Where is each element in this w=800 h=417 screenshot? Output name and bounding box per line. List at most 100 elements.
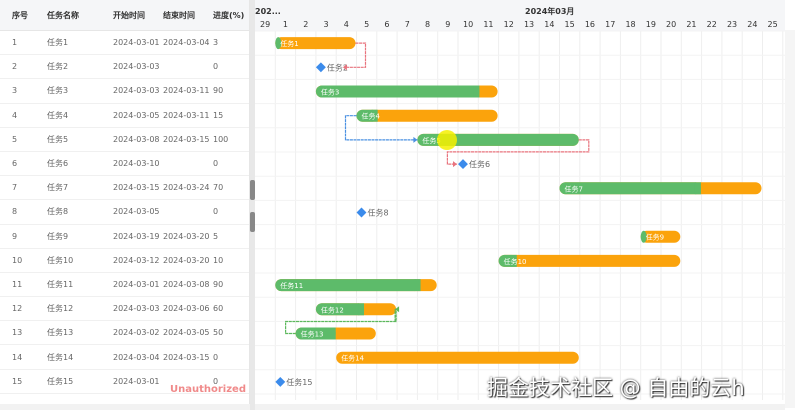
status-text: Unauthorized (170, 384, 246, 395)
cell-index: 4 (12, 110, 18, 120)
cell-start-date: 2024-03-19 (113, 231, 160, 241)
cell-progress: 70 (213, 183, 224, 193)
task-bar-label: 任务14 (341, 354, 364, 363)
day-label: 22 (707, 20, 717, 29)
cell-index: 6 (12, 159, 18, 169)
day-label: 15 (565, 20, 575, 29)
task-bar-label: 任务1 (280, 39, 298, 48)
cell-start-date: 2024-03-01 (113, 376, 160, 386)
header-task-name[interactable]: 任务名称 (47, 10, 79, 21)
task-bar-label: 任务12 (321, 305, 344, 314)
link-arrow-icon (413, 136, 418, 143)
day-label: 4 (344, 20, 349, 29)
header-end-date[interactable]: 结束时间 (163, 10, 195, 21)
cell-end-date: 2024-03-08 (163, 279, 210, 289)
table-row[interactable]: 7 任务7 2024-03-15 2024-03-24 70 (0, 176, 249, 201)
cell-end-date: 2024-03-24 (163, 183, 210, 193)
day-label: 3 (324, 20, 329, 29)
table-row[interactable]: 4 任务4 2024-03-05 2024-03-11 15 (0, 104, 249, 128)
table-row[interactable]: 5 任务5 2024-03-08 2024-03-15 100 (0, 128, 249, 152)
day-label: 16 (585, 20, 595, 29)
table-row[interactable]: 13 任务13 2024-03-02 2024-03-05 50 (0, 321, 249, 346)
table-horizontal-scrollbar[interactable] (0, 404, 250, 410)
header-start-date[interactable]: 开始时间 (113, 10, 145, 21)
prev-month-label: 202... (255, 7, 281, 16)
cell-progress: 0 (213, 352, 219, 362)
milestone-diamond-icon[interactable] (315, 62, 326, 73)
cell-end-date: 2024-03-20 (163, 255, 210, 265)
cell-progress: 10 (213, 255, 224, 265)
cell-progress: 90 (213, 279, 224, 289)
table-row[interactable]: 3 任务3 2024-03-03 2024-03-11 90 (0, 79, 249, 104)
cell-start-date: 2024-03-15 (113, 183, 160, 193)
cell-progress: 100 (213, 134, 229, 144)
table-row[interactable]: 12 任务12 2024-03-03 2024-03-06 60 (0, 297, 249, 322)
task-progress (694, 182, 701, 195)
cell-index: 9 (12, 231, 18, 241)
task-progress (329, 327, 336, 340)
cell-task-name: 任务13 (47, 328, 74, 338)
day-label: 7 (405, 20, 410, 29)
table-row[interactable]: 6 任务6 2024-03-10 0 (0, 152, 249, 177)
cell-start-date: 2024-03-08 (113, 134, 160, 144)
cell-end-date: 2024-03-11 (163, 86, 210, 96)
task-bar-label: 任务9 (646, 233, 664, 242)
day-label: 23 (727, 20, 737, 29)
table-row[interactable]: 8 任务8 2024-03-05 0 (0, 200, 249, 225)
table-row[interactable]: 1 任务1 2024-03-01 2024-03-04 3 (0, 31, 249, 56)
cell-start-date: 2024-03-05 (113, 207, 160, 217)
cell-end-date: 2024-03-20 (163, 231, 210, 241)
cell-task-name: 任务12 (47, 304, 74, 314)
day-label: 8 (425, 20, 430, 29)
day-label: 11 (483, 20, 493, 29)
gantt-horizontal-scrollbar[interactable] (255, 404, 785, 410)
cell-task-name: 任务6 (47, 159, 69, 169)
milestone-diamond-icon[interactable] (275, 376, 286, 387)
day-label: 6 (384, 20, 389, 29)
task-progress (358, 303, 365, 316)
cell-end-date: 2024-03-15 (163, 352, 210, 362)
task-bar[interactable] (336, 351, 579, 364)
cell-task-name: 任务15 (47, 376, 74, 386)
cell-progress: 60 (213, 304, 224, 314)
header-progress[interactable]: 进度(%) (213, 10, 244, 21)
task-bar-label: 任务13 (301, 330, 324, 339)
watermark: 掘金技术社区 @ 自由的云h (487, 376, 745, 400)
table-row[interactable]: 11 任务11 2024-03-01 2024-03-08 90 (0, 273, 249, 298)
day-label: 29 (260, 20, 270, 29)
day-label: 19 (646, 20, 656, 29)
task-bar-label: 任务10 (504, 257, 527, 266)
cell-end-date: 2024-03-06 (163, 304, 210, 314)
table-row[interactable]: 9 任务9 2024-03-19 2024-03-20 5 (0, 225, 249, 249)
cell-index: 11 (12, 279, 23, 289)
day-label: 24 (747, 20, 757, 29)
task-table: 序号 任务名称 开始时间 结束时间 进度(%) 1 任务1 2024-03-01 20… (0, 0, 250, 405)
cell-end-date: 2024-03-11 (163, 110, 210, 120)
cell-index: 7 (12, 183, 18, 193)
table-row[interactable]: 14 任务14 2024-03-04 2024-03-15 0 (0, 345, 249, 370)
header-index[interactable]: 序号 (12, 10, 28, 21)
table-header: 序号 任务名称 开始时间 结束时间 进度(%) (0, 0, 249, 31)
cell-progress: 50 (213, 328, 224, 338)
cell-index: 13 (12, 328, 23, 338)
cell-end-date: 2024-03-05 (163, 328, 210, 338)
milestone-diamond-icon[interactable] (356, 207, 367, 218)
cell-index: 14 (12, 352, 23, 362)
task-progress (473, 85, 480, 98)
cell-index: 1 (12, 38, 18, 48)
day-label: 14 (544, 20, 554, 29)
day-label: 21 (686, 20, 696, 29)
cell-progress: 0 (213, 62, 219, 72)
cell-task-name: 任务14 (47, 352, 74, 362)
table-row[interactable]: 2 任务2 2024-03-03 0 (0, 55, 249, 80)
cell-progress: 5 (213, 231, 219, 241)
cell-start-date: 2024-03-01 (113, 38, 160, 48)
task-bar-label: 任务7 (565, 184, 583, 193)
cell-start-date: 2024-03-03 (113, 304, 160, 314)
cell-task-name: 任务4 (47, 110, 69, 120)
vertical-scrollbar[interactable] (785, 30, 795, 408)
table-row[interactable]: 10 任务10 2024-03-12 2024-03-20 10 (0, 249, 249, 273)
link-arrow-icon (453, 161, 457, 168)
milestone-diamond-icon[interactable] (458, 159, 468, 170)
task-progress (414, 279, 421, 292)
